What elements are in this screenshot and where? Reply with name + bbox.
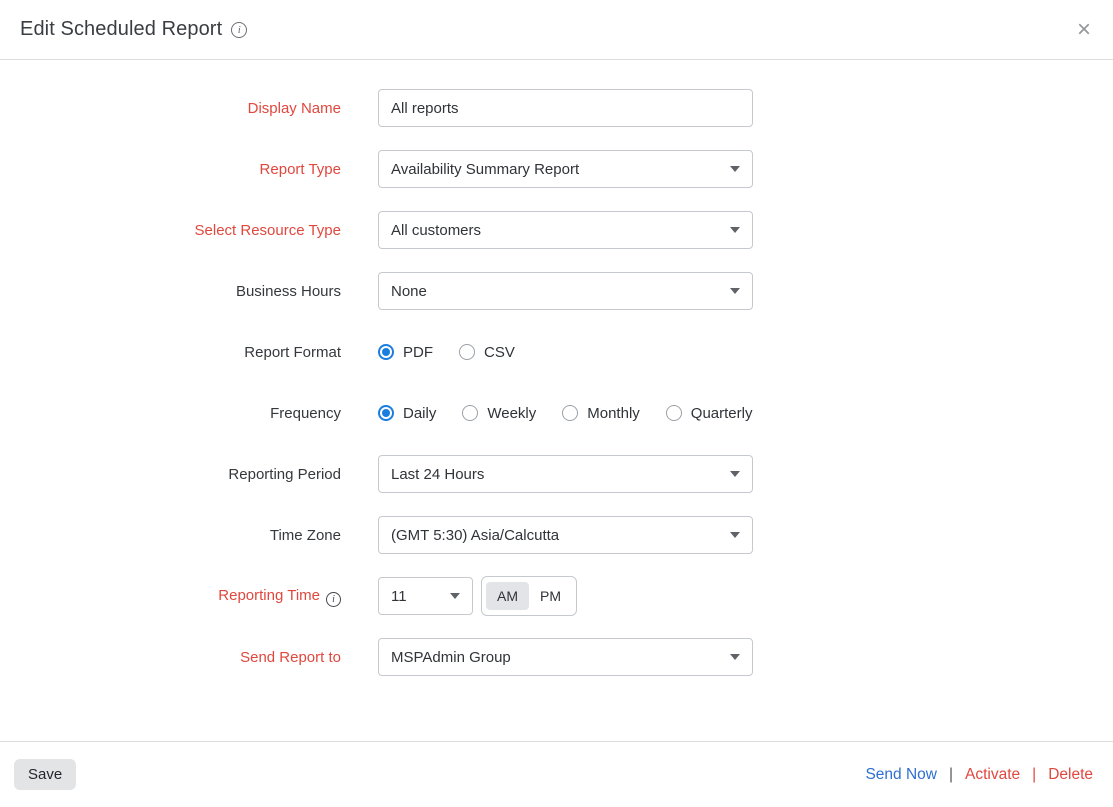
radio-selected-icon [378,344,394,360]
save-button[interactable]: Save [14,759,76,790]
reporting-time-label: Reporting Timei [0,587,341,605]
chevron-down-icon [730,166,740,172]
report-type-label: Report Type [0,161,341,178]
radio-weekly[interactable]: Weekly [462,405,536,422]
row-send-report-to: Send Report to MSPAdmin Group [0,638,1113,676]
chevron-down-icon [730,654,740,660]
row-resource-type: Select Resource Type All customers [0,211,1113,249]
time-zone-select[interactable]: (GMT 5:30) Asia/Calcutta [378,516,753,554]
business-hours-value: None [391,283,722,300]
radio-selected-icon [378,405,394,421]
chevron-down-icon [450,593,460,599]
send-report-to-select[interactable]: MSPAdmin Group [378,638,753,676]
report-format-label: Report Format [0,344,341,361]
radio-unselected-icon [462,405,478,421]
reporting-hour-value: 11 [391,588,442,605]
close-icon[interactable]: × [1077,18,1091,42]
resource-type-label: Select Resource Type [0,222,341,239]
reporting-period-select[interactable]: Last 24 Hours [378,455,753,493]
row-report-type: Report Type Availability Summary Report [0,150,1113,188]
dialog-header: Edit Scheduled Report i × [0,0,1113,60]
footer-separator: | [1032,766,1036,784]
row-reporting-time: Reporting Timei 11 AM PM [0,577,1113,615]
row-report-format: Report Format PDF CSV [0,333,1113,371]
pm-toggle[interactable]: PM [529,582,572,610]
radio-pdf-label: PDF [403,344,433,361]
am-toggle[interactable]: AM [486,582,529,610]
edit-scheduled-report-dialog: Edit Scheduled Report i × Display Name R… [0,0,1113,807]
footer-links: Send Now | Activate | Delete [865,766,1093,784]
delete-link[interactable]: Delete [1048,766,1093,784]
radio-monthly-label: Monthly [587,405,640,422]
send-now-link[interactable]: Send Now [865,766,937,784]
reporting-period-label: Reporting Period [0,466,341,483]
reporting-time-info-icon[interactable]: i [326,592,341,607]
reporting-period-value: Last 24 Hours [391,466,722,483]
display-name-label: Display Name [0,100,341,117]
chevron-down-icon [730,471,740,477]
chevron-down-icon [730,532,740,538]
report-type-value: Availability Summary Report [391,161,722,178]
report-type-select[interactable]: Availability Summary Report [378,150,753,188]
radio-csv-label: CSV [484,344,515,361]
reporting-hour-select[interactable]: 11 [378,577,473,615]
radio-daily[interactable]: Daily [378,405,436,422]
radio-quarterly[interactable]: Quarterly [666,405,753,422]
business-hours-select[interactable]: None [378,272,753,310]
title-info-icon[interactable]: i [231,22,247,38]
radio-daily-label: Daily [403,405,436,422]
footer-separator: | [949,766,953,784]
row-frequency: Frequency Daily Weekly Monthly [0,394,1113,432]
row-business-hours: Business Hours None [0,272,1113,310]
radio-unselected-icon [562,405,578,421]
meridiem-toggle: AM PM [481,576,577,616]
display-name-input[interactable] [378,89,753,127]
row-reporting-period: Reporting Period Last 24 Hours [0,455,1113,493]
radio-unselected-icon [666,405,682,421]
time-zone-value: (GMT 5:30) Asia/Calcutta [391,527,722,544]
dialog-footer: Save Send Now | Activate | Delete [0,741,1113,807]
send-report-to-value: MSPAdmin Group [391,649,722,666]
page-title: Edit Scheduled Report [20,18,222,41]
chevron-down-icon [730,227,740,233]
resource-type-value: All customers [391,222,722,239]
radio-monthly[interactable]: Monthly [562,405,640,422]
frequency-radio-group: Daily Weekly Monthly Quarterly [378,405,752,422]
radio-pdf[interactable]: PDF [378,344,433,361]
radio-csv[interactable]: CSV [459,344,515,361]
row-time-zone: Time Zone (GMT 5:30) Asia/Calcutta [0,516,1113,554]
resource-type-select[interactable]: All customers [378,211,753,249]
chevron-down-icon [730,288,740,294]
radio-weekly-label: Weekly [487,405,536,422]
time-zone-label: Time Zone [0,527,341,544]
report-format-radio-group: PDF CSV [378,344,515,361]
send-report-to-label: Send Report to [0,649,341,666]
radio-unselected-icon [459,344,475,360]
radio-quarterly-label: Quarterly [691,405,753,422]
frequency-label: Frequency [0,405,341,422]
form-body: Display Name Report Type Availability Su… [0,60,1113,741]
row-display-name: Display Name [0,89,1113,127]
activate-link[interactable]: Activate [965,766,1020,784]
business-hours-label: Business Hours [0,283,341,300]
